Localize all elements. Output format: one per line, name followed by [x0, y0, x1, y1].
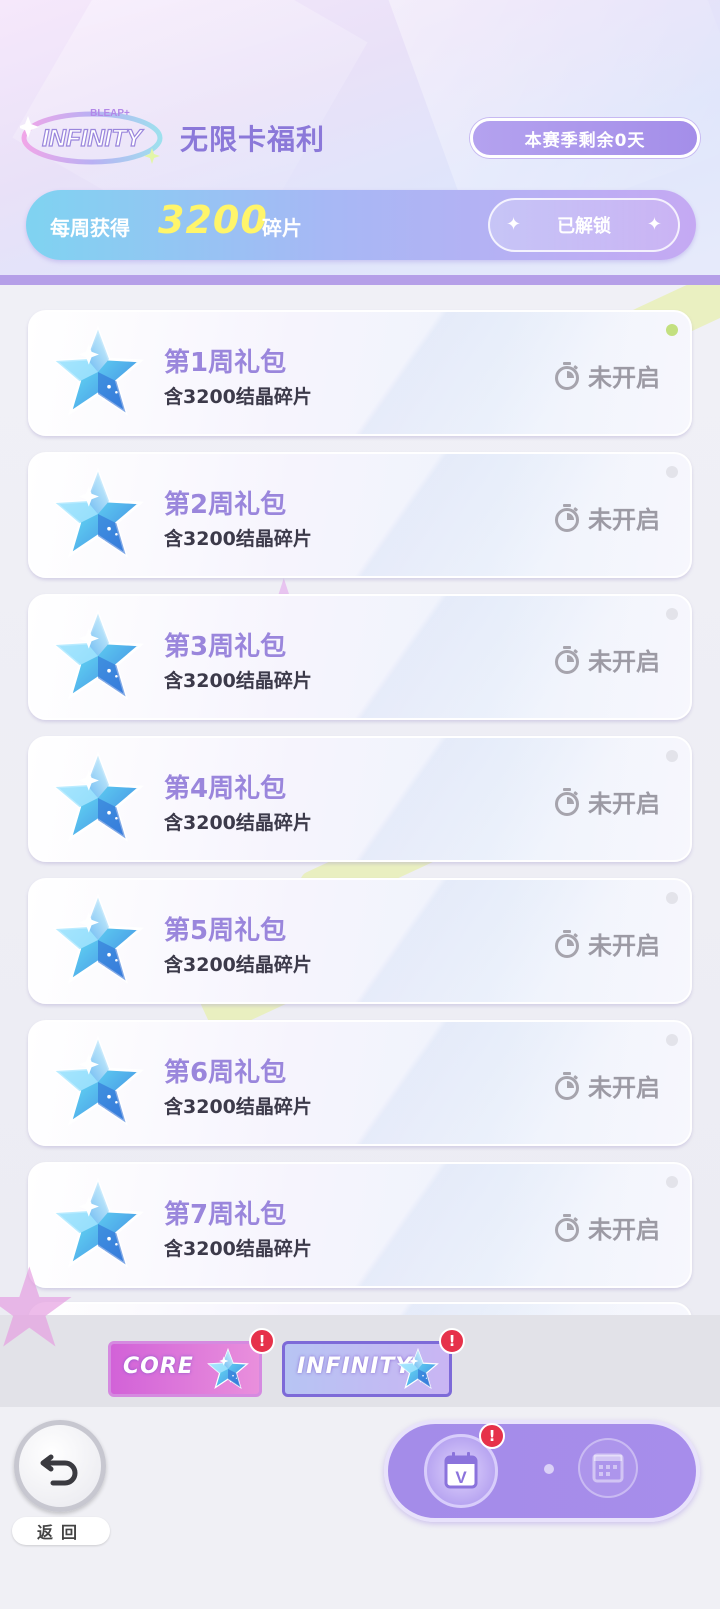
timer-icon — [554, 788, 580, 816]
page-switch-pill: V ! — [384, 1420, 700, 1522]
logo-small-text: BLEAP+ — [90, 108, 130, 119]
card-desc: 含3200结晶碎片 — [164, 670, 312, 692]
weekly-calendar-tab[interactable]: V ! — [424, 1423, 505, 1508]
week-gift-card[interactable]: 第7周礼包 含3200结晶碎片 未开启 — [28, 1162, 692, 1288]
status-label: 未开启 — [588, 648, 660, 676]
status-label: 未开启 — [588, 1216, 660, 1244]
card-desc: 含3200结晶碎片 — [164, 1096, 312, 1118]
timer-icon — [554, 1072, 580, 1100]
week-gift-card[interactable]: 第2周礼包 含3200结晶碎片 未开启 — [28, 452, 692, 578]
decor-star: ★ — [0, 1244, 79, 1372]
infinity-tab-label: INFINITY — [297, 1354, 413, 1379]
unlocked-label: 已解锁 — [557, 216, 611, 237]
star-crystal-icon — [207, 1348, 249, 1390]
logo-text: INFINITY — [42, 125, 144, 152]
card-status: 未开启 — [554, 926, 660, 961]
week-gift-card[interactable]: 第6周礼包 含3200结晶碎片 未开启 — [28, 1020, 692, 1146]
infinity-logo: INFINITY BLEAP+ — [20, 108, 163, 165]
weekly-amount: 3200 — [158, 198, 268, 242]
status-dot — [666, 1034, 678, 1046]
core-tab-label: CORE — [123, 1354, 194, 1379]
weekly-gift-list[interactable]: ★ 第1周礼包 含3200结晶碎片 未开启 第2周礼包 含3200结晶碎片 未开… — [0, 285, 720, 1315]
timer-icon — [554, 1214, 580, 1242]
week-gift-card[interactable]: 第3周礼包 含3200结晶碎片 未开启 — [28, 594, 692, 720]
alert-badge: ! — [439, 1328, 465, 1354]
bottom-bar: 返回 V ! — [0, 1407, 720, 1609]
status-dot — [666, 608, 678, 620]
card-title: 第3周礼包 — [164, 632, 287, 662]
star-crystal-icon — [52, 326, 144, 418]
alert-badge: ! — [479, 1423, 505, 1449]
weekly-reward-bar: 每周获得 3200 碎片 ✦ 已解锁 ✦ — [26, 190, 696, 260]
calendar-letter: V — [455, 1468, 467, 1487]
status-label: 未开启 — [588, 1074, 660, 1102]
status-dot — [666, 466, 678, 478]
sparkle-icon: ✦ — [506, 214, 522, 235]
timer-icon — [554, 930, 580, 958]
status-label: 未开启 — [588, 932, 660, 960]
card-title: 第5周礼包 — [164, 916, 287, 946]
card-title: 第6周礼包 — [164, 1058, 287, 1088]
status-label: 未开启 — [588, 364, 660, 392]
star-crystal-icon — [52, 468, 144, 560]
star-crystal-icon — [397, 1348, 439, 1390]
header-divider — [0, 275, 720, 285]
status-dot — [666, 1176, 678, 1188]
core-card-tab[interactable]: CORE ! — [108, 1328, 275, 1397]
card-status: 未开启 — [554, 500, 660, 535]
infinity-card-tab[interactable]: INFINITY ! — [282, 1328, 465, 1397]
card-status: 未开启 — [554, 642, 660, 677]
welfare-header: INFINITY BLEAP+ 无限卡福利 本赛季剩余0天 每周获得 3200 … — [0, 0, 720, 285]
card-status: 未开启 — [554, 358, 660, 393]
week-gift-card[interactable]: 第5周礼包 含3200结晶碎片 未开启 — [28, 878, 692, 1004]
star-crystal-icon — [52, 610, 144, 702]
timer-icon — [554, 504, 580, 532]
calendar-tab[interactable] — [578, 1438, 638, 1498]
week-gift-card[interactable]: 第4周礼包 含3200结晶碎片 未开启 — [28, 736, 692, 862]
star-crystal-icon — [52, 752, 144, 844]
card-title: 第2周礼包 — [164, 490, 287, 520]
unlocked-status-button[interactable]: ✦ 已解锁 ✦ — [488, 198, 680, 252]
card-desc: 含3200结晶碎片 — [164, 386, 312, 408]
week-gift-card-partial[interactable] — [28, 1302, 692, 1315]
star-crystal-icon — [52, 894, 144, 986]
card-desc: 含3200结晶碎片 — [164, 812, 312, 834]
calendar-icon — [592, 1453, 624, 1483]
card-title: 第1周礼包 — [164, 348, 287, 378]
weekly-prefix: 每周获得 — [50, 216, 130, 240]
card-title: 第4周礼包 — [164, 774, 287, 804]
status-label: 未开启 — [588, 506, 660, 534]
card-desc: 含3200结晶碎片 — [164, 954, 312, 976]
card-status: 未开启 — [554, 1068, 660, 1103]
page-title: 无限卡福利 — [180, 123, 326, 156]
card-switch-strip: ★ CORE ! INFINITY ! — [0, 1253, 720, 1407]
back-label[interactable]: 返回 — [12, 1517, 110, 1545]
card-title: 第7周礼包 — [164, 1200, 287, 1230]
status-dot — [666, 324, 678, 336]
timer-icon — [554, 646, 580, 674]
page-indicator-dot — [544, 1464, 554, 1474]
back-arrow-icon — [40, 1454, 78, 1486]
card-status: 未开启 — [554, 1210, 660, 1245]
card-desc: 含3200结晶碎片 — [164, 528, 312, 550]
sparkle-icon: ✦ — [646, 214, 662, 235]
week-gift-card[interactable]: 第1周礼包 含3200结晶碎片 未开启 — [28, 310, 692, 436]
status-dot — [666, 892, 678, 904]
status-label: 未开启 — [588, 790, 660, 818]
back-button[interactable] — [14, 1420, 106, 1512]
card-status: 未开启 — [554, 784, 660, 819]
weekly-suffix: 碎片 — [262, 216, 302, 240]
season-remaining-badge: 本赛季剩余0天 — [470, 118, 700, 158]
timer-icon — [554, 362, 580, 390]
alert-badge: ! — [249, 1328, 275, 1354]
status-dot — [666, 750, 678, 762]
card-desc: 含3200结晶碎片 — [164, 1238, 312, 1260]
star-crystal-icon — [52, 1036, 144, 1128]
